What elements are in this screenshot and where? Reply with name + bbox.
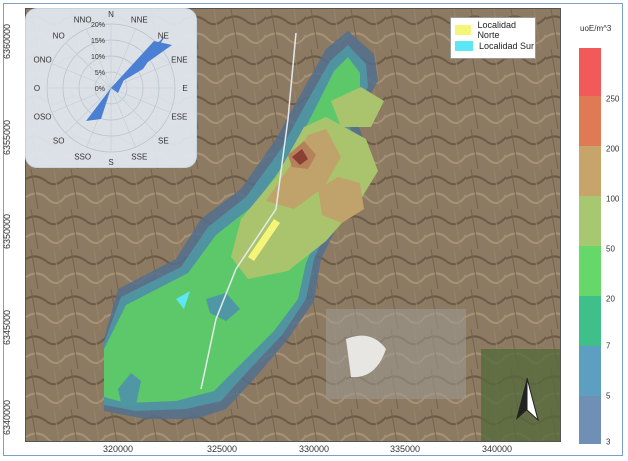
y-tick: 6340000 <box>2 400 12 436</box>
wind-rose-direction-label: N <box>108 10 114 19</box>
wind-rose-direction-label: SSO <box>74 152 91 161</box>
colorbar-label: 50 <box>606 244 615 254</box>
y-tick: 6355000 <box>2 120 12 156</box>
wind-rose-direction-label: NO <box>53 32 65 41</box>
colorbar-band-3 <box>579 396 601 444</box>
colorbar-label: 7 <box>606 341 611 351</box>
wind-rose-ring-label: 5% <box>95 70 105 77</box>
legend-swatch-norte <box>455 25 472 35</box>
wind-rose-direction-label: NNO <box>74 16 92 25</box>
colorbar-band-7 <box>579 296 601 346</box>
colorbar-band-20 <box>579 246 601 296</box>
wind-rose-direction-label: SSE <box>131 152 147 161</box>
urban-area <box>326 309 466 399</box>
colorbar-unit: uoE/m^3 <box>580 24 612 33</box>
wind-rose-direction-label: NE <box>158 32 169 41</box>
wind-rose-spoke <box>65 87 112 134</box>
colorbar <box>579 48 601 444</box>
colorbar-band-200 <box>579 96 601 146</box>
wind-rose-direction-label: SE <box>158 136 169 145</box>
colorbar-band-5 <box>579 346 601 396</box>
legend-swatch-sur <box>455 41 473 51</box>
x-tick: 325000 <box>206 444 238 454</box>
wind-rose-ring-label: 15% <box>91 38 105 45</box>
map-legend: Localidad Norte Localidad Sur <box>450 17 536 59</box>
x-tick: 340000 <box>481 444 513 454</box>
colorbar-label: 200 <box>606 144 620 154</box>
wind-rose-direction-label: OSO <box>34 112 52 121</box>
x-tick: 330000 <box>298 444 330 454</box>
legend-item-norte: Localidad Norte <box>455 20 535 40</box>
y-tick: 6360000 <box>2 24 12 60</box>
wind-rose-spoke <box>110 87 157 134</box>
x-tick: 335000 <box>389 444 421 454</box>
wind-rose: N NNE NE ENE E ESE SE SSE S SSO SO OSO O ONO NO NNO 20% 1… <box>25 8 197 168</box>
y-tick: 6345000 <box>2 310 12 346</box>
colorbar-label: 20 <box>606 294 615 304</box>
wind-rose-direction-label: ESE <box>171 112 187 121</box>
wind-rose-direction-label: ENE <box>171 56 187 65</box>
wind-rose-direction-label: NNE <box>131 16 148 25</box>
north-arrow-icon <box>516 377 539 422</box>
wind-rose-direction-label: S <box>108 158 113 167</box>
colorbar-band-250 <box>579 48 601 96</box>
wind-rose-ring-label: 0% <box>95 86 105 93</box>
colorbar-label: 100 <box>606 194 620 204</box>
wind-rose-direction-label: E <box>182 84 187 93</box>
wind-rose-direction-label: SO <box>53 136 65 145</box>
wind-rose-chart: N NNE NE ENE E ESE SE SSE S SSO SO OSO O ONO NO NNO20% 1… <box>34 10 188 167</box>
colorbar-label: 250 <box>606 94 620 104</box>
colorbar-label: 5 <box>606 391 611 401</box>
legend-item-sur: Localidad Sur <box>455 40 534 52</box>
legend-label-norte: Localidad Norte <box>477 20 516 40</box>
colorbar-band-50 <box>579 196 601 246</box>
x-tick: 320000 <box>102 444 134 454</box>
wind-rose-direction-label: ONO <box>34 56 52 65</box>
colorbar-band-100 <box>579 146 601 196</box>
colorbar-label: 3 <box>606 437 611 447</box>
wind-rose-ring-label: 10% <box>91 54 105 61</box>
legend-label-sur: Localidad Sur <box>479 41 535 51</box>
y-tick: 6350000 <box>2 214 12 250</box>
wind-rose-spoke <box>65 42 112 89</box>
wind-rose-ring-label: 20% <box>91 22 105 29</box>
wind-rose-direction-label: O <box>34 84 40 93</box>
